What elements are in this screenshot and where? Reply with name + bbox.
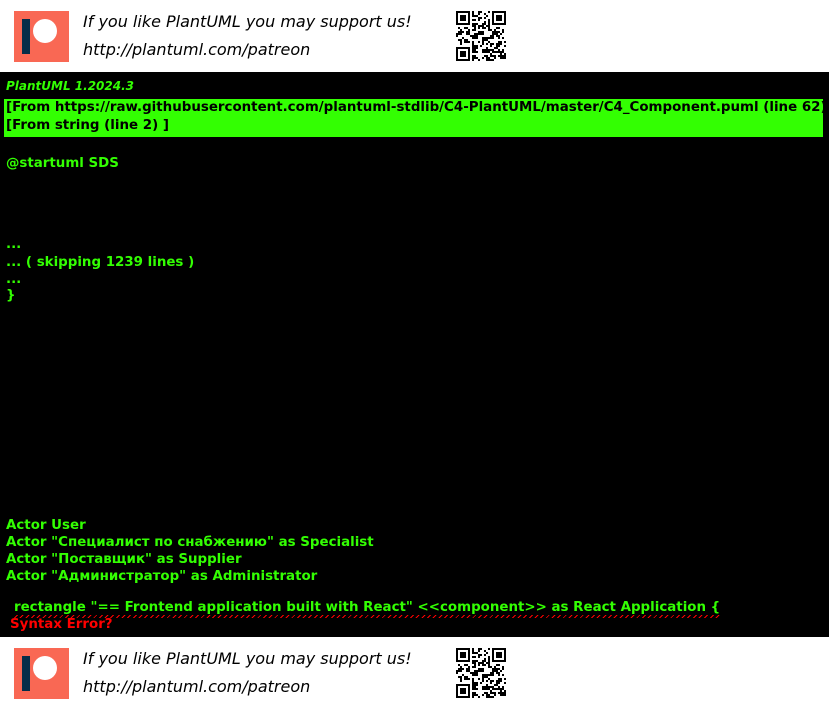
qr-code-icon: [456, 648, 506, 698]
patreon-banner-top: If you like PlantUML you may support us!…: [0, 0, 829, 72]
plantuml-version: PlantUML 1.2024.3: [6, 79, 135, 93]
patreon-link[interactable]: http://plantuml.com/patreon: [83, 677, 310, 696]
startuml-line: @startuml SDS: [6, 156, 119, 171]
ellipsis-line: ...: [6, 237, 22, 252]
support-text: If you like PlantUML you may support us!: [83, 649, 412, 668]
support-text: If you like PlantUML you may support us!: [83, 12, 412, 31]
error-source-text: rectangle "== Frontend application built…: [14, 600, 721, 615]
actor-line: Actor User: [6, 518, 86, 533]
source-reference-string: [From string (line 2) ]: [6, 118, 169, 133]
qr-code-icon: [456, 11, 506, 61]
patreon-logo-icon[interactable]: [14, 11, 69, 62]
patreon-logo-icon[interactable]: [14, 648, 69, 699]
patreon-banner-bottom: If you like PlantUML you may support us!…: [0, 637, 829, 709]
syntax-error-message: Syntax Error?: [10, 617, 113, 632]
patreon-link[interactable]: http://plantuml.com/patreon: [83, 40, 310, 59]
actor-line: Actor "Специалист по снабжению" as Speci…: [6, 535, 374, 550]
skipping-line: ... ( skipping 1239 lines ): [6, 255, 195, 270]
ellipsis-line: ...: [6, 272, 22, 287]
actor-line: Actor "Администратор" as Administrator: [6, 569, 318, 584]
error-source-line: rectangle "== Frontend application built…: [14, 600, 721, 618]
source-reference-stdlib: [From https://raw.githubusercontent.com/…: [6, 100, 829, 115]
error-underline: [14, 615, 721, 618]
actor-line: Actor "Поставщик" as Supplier: [6, 552, 242, 567]
source-reference-box: [From https://raw.githubusercontent.com/…: [4, 99, 829, 137]
error-console: PlantUML 1.2024.3 [From https://raw.gith…: [0, 72, 829, 637]
closing-brace-line: }: [6, 288, 16, 303]
